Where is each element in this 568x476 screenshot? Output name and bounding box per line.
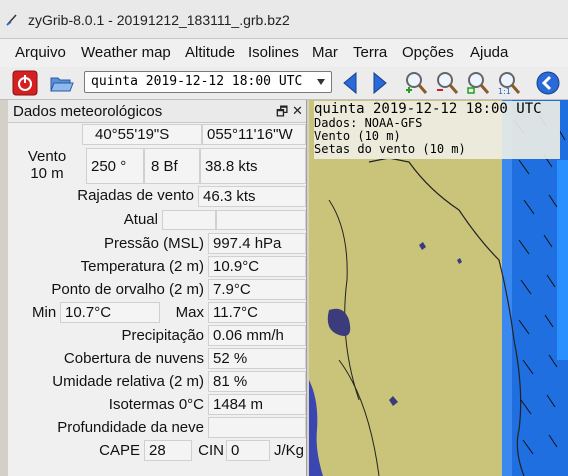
map-info-overlay: quinta 2019-12-12 18:00 UTC Dados: NOAA-… (314, 101, 560, 159)
weather-data-panel: Dados meteorológicos 🗗 ✕ 40°55'19"S 055°… (8, 100, 307, 476)
cape-unit: J/Kg (274, 442, 305, 459)
snow-depth-value (208, 417, 306, 438)
pressure-value: 997.4 hPa (208, 233, 306, 254)
wind-label-line1: Vento (27, 148, 67, 165)
close-icon[interactable]: ✕ (292, 103, 303, 119)
window-title: zyGrib-8.0.1 - 20191212_183111_.grb.bz2 (28, 12, 290, 28)
menu-terra[interactable]: Terra (353, 44, 387, 61)
svg-text:1:1: 1:1 (498, 87, 511, 96)
wind-beaufort-value: 8 Bf (144, 148, 200, 184)
map-date: quinta 2019-12-12 18:00 UTC (314, 101, 542, 117)
precipitation-value: 0.06 mm/h (208, 325, 306, 346)
next-arrow-icon[interactable] (366, 70, 392, 96)
date-select[interactable]: quinta 2019-12-12 18:00 UTC (84, 71, 332, 93)
cin-value: 0 (226, 440, 270, 461)
menu-isolines[interactable]: Isolines (248, 44, 299, 61)
humidity-label: Umidade relativa (2 m) (52, 373, 204, 390)
back-icon[interactable] (535, 70, 561, 96)
humidity-value: 81 % (208, 371, 306, 392)
pressure-label: Pressão (MSL) (103, 235, 204, 252)
menu-arquivo[interactable]: Arquivo (15, 44, 66, 61)
panel-header: Dados meteorológicos 🗗 ✕ (8, 100, 306, 123)
max-label: Max (175, 304, 204, 321)
date-select-value: quinta 2019-12-12 18:00 UTC (91, 74, 303, 89)
isotherm-label: Isotermas 0°C (108, 396, 204, 413)
latitude-value: 40°55'19"S (82, 124, 202, 145)
max-value: 11.7°C (208, 302, 306, 323)
zoom-in-icon[interactable] (403, 70, 429, 96)
longitude-value: 055°11'16"W (202, 124, 306, 145)
temperature-label: Temperatura (2 m) (80, 258, 204, 275)
snow-depth-label: Profundidade da neve (57, 419, 204, 436)
zoom-out-icon[interactable] (434, 70, 460, 96)
menu-opcoes[interactable]: Opções (402, 44, 454, 61)
min-label: Min (32, 304, 57, 321)
panel-title: Dados meteorológicos (13, 103, 163, 120)
current-field-2 (216, 210, 306, 230)
menu-ajuda[interactable]: Ajuda (470, 44, 508, 61)
title-bar: zyGrib-8.0.1 - 20191212_183111_.grb.bz2 (0, 0, 568, 39)
map-arrows-layer: Setas do vento (10 m) (314, 142, 466, 156)
current-field-1 (162, 210, 216, 230)
precipitation-label: Precipitação (121, 327, 204, 344)
wind-label-line2: 10 m (30, 165, 64, 182)
chevron-down-icon (317, 79, 325, 85)
open-folder-icon[interactable] (48, 70, 74, 96)
zoom-reset-icon[interactable]: 1:1 (496, 70, 522, 96)
power-icon[interactable] (12, 70, 38, 96)
zoom-area-icon[interactable] (465, 70, 491, 96)
menu-bar: Arquivo Weather map Altitude Isolines Ma… (0, 39, 568, 67)
wind-direction-value: 250 ° (86, 148, 144, 184)
cin-label: CIN (198, 442, 224, 459)
gust-label: Rajadas de vento (77, 187, 194, 204)
menu-mar[interactable]: Mar (312, 44, 338, 61)
cape-value: 28 (144, 440, 192, 461)
min-value: 10.7°C (60, 302, 160, 323)
temperature-value: 10.9°C (208, 256, 306, 277)
prev-arrow-icon[interactable] (338, 70, 364, 96)
current-label: Atual (123, 211, 158, 228)
menu-weather-map[interactable]: Weather map (81, 44, 171, 61)
cloud-cover-value: 52 % (208, 348, 306, 369)
menu-altitude[interactable]: Altitude (185, 44, 235, 61)
float-panel-icon[interactable]: 🗗 (276, 103, 288, 125)
app-icon (6, 14, 17, 26)
dew-point-label: Ponto de orvalho (2 m) (51, 281, 204, 298)
gust-value: 46.3 kts (198, 186, 306, 207)
isotherm-value: 1484 m (208, 394, 306, 415)
toolbar: quinta 2019-12-12 18:00 UTC 1:1 (0, 67, 568, 100)
cloud-cover-label: Cobertura de nuvens (63, 350, 204, 367)
wind-label: Vento 10 m (8, 148, 86, 186)
cape-label: CAPE (99, 442, 140, 459)
wind-speed-value: 38.8 kts (200, 148, 306, 184)
dew-point-value: 7.9°C (208, 279, 306, 300)
